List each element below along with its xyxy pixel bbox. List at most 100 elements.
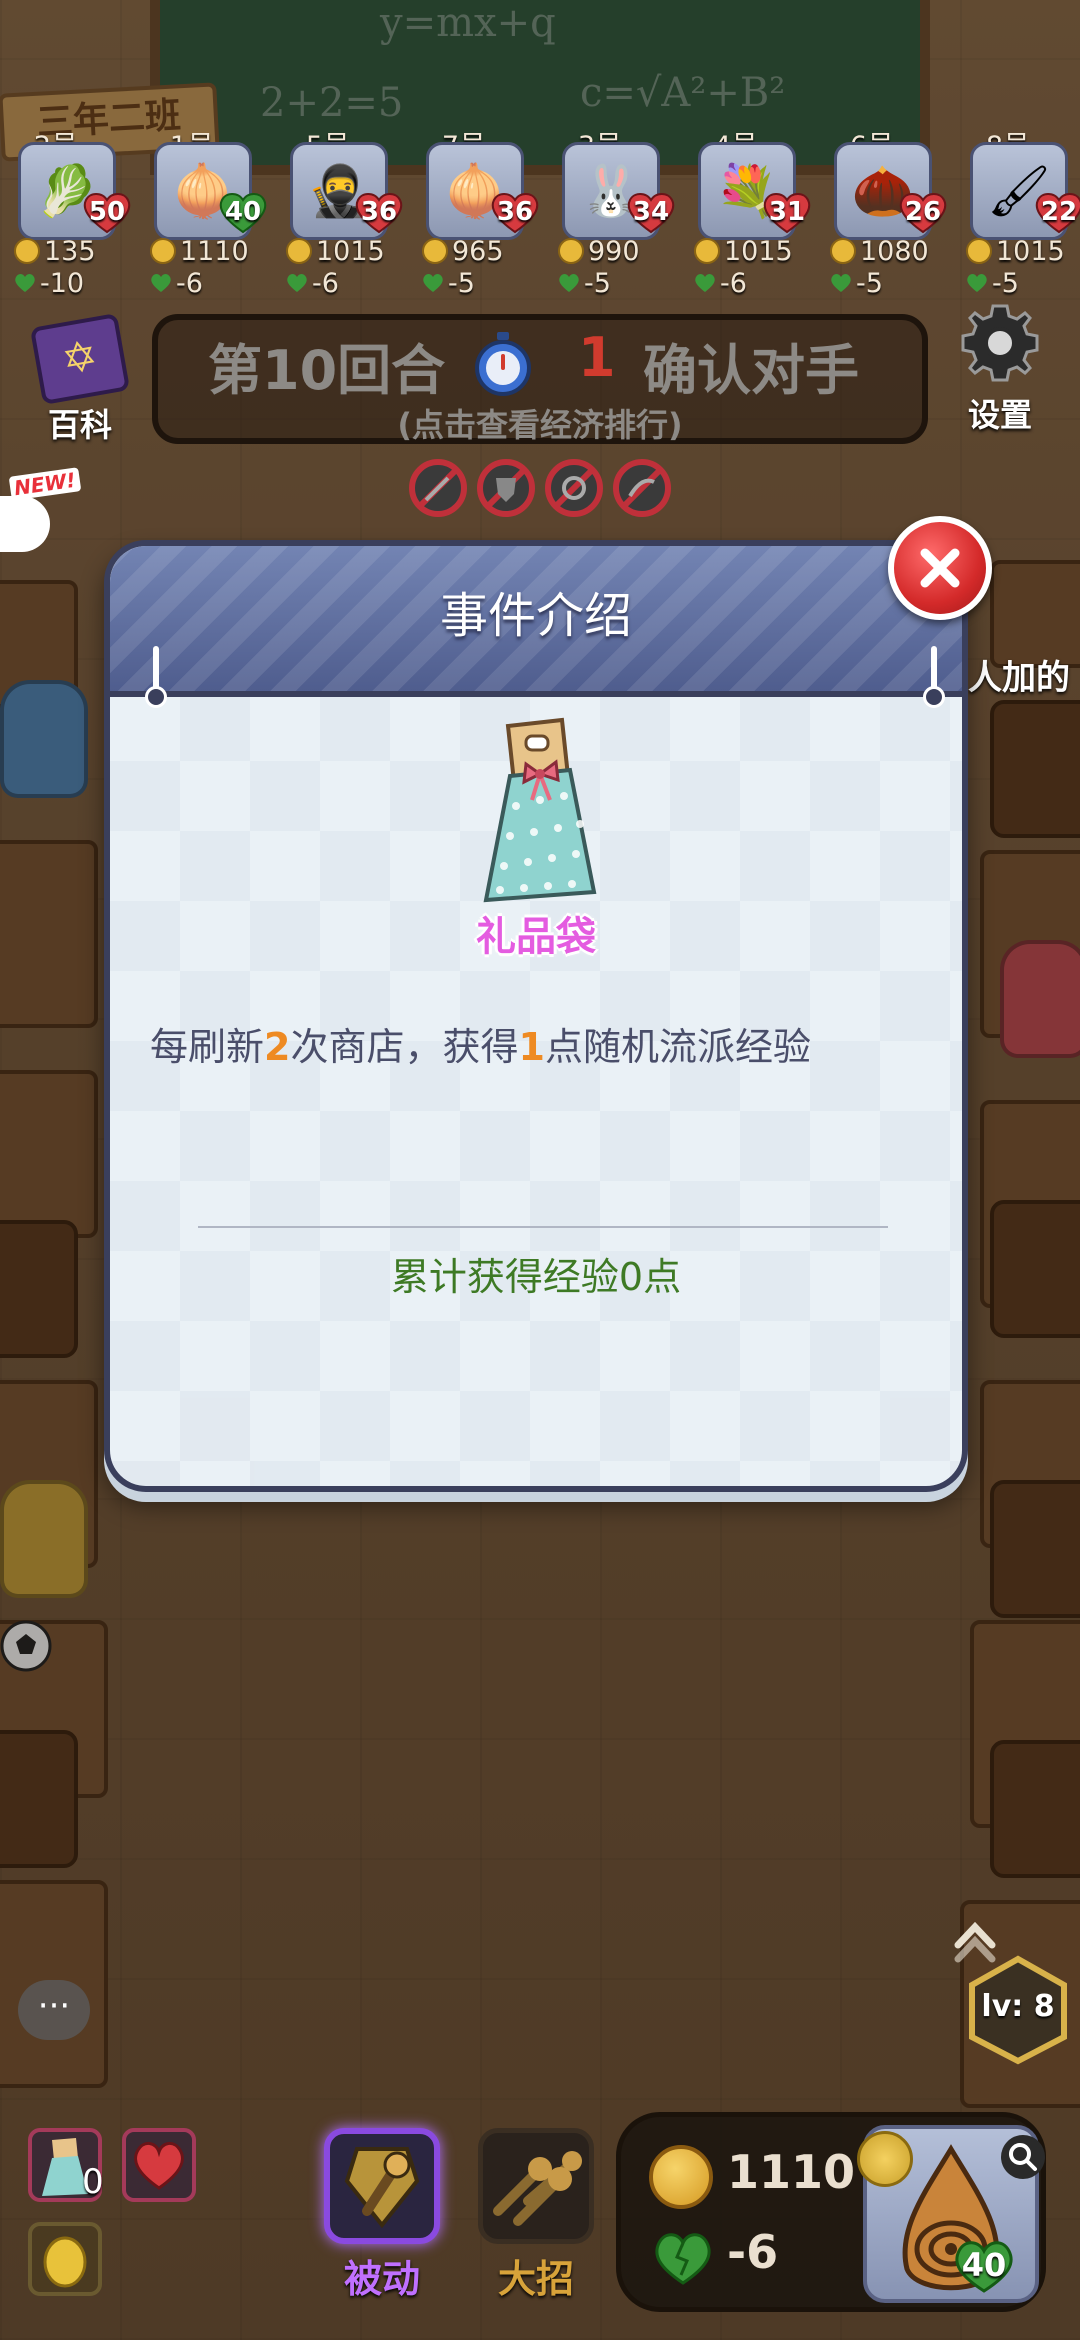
chat-bubble-icon: ···	[37, 1986, 71, 2026]
dialog-title: 事件介绍	[439, 588, 632, 644]
broken-heart-icon	[831, 274, 851, 292]
binder-ring-icon	[145, 646, 167, 710]
player-coins-row: 990	[558, 235, 640, 267]
player-card[interactable]: 8号 🖌 22 1015 -5	[958, 120, 1080, 310]
player-hp-delta: -6	[727, 2225, 779, 2279]
player-coins: 990	[588, 235, 640, 267]
banned-shield-icon	[477, 459, 535, 517]
player-hp-delta: -6	[312, 267, 339, 299]
coin-icon	[150, 238, 176, 264]
settings-button[interactable]: 设置	[940, 300, 1060, 434]
avatar-hp-badge: 40	[951, 2235, 1017, 2295]
player-hp: 31	[768, 197, 806, 227]
settings-label: 设置	[967, 396, 1032, 434]
close-button[interactable]	[888, 516, 992, 620]
side-hint-text: 人加的	[968, 658, 1070, 698]
player-coins: 135	[44, 235, 96, 267]
passive-skill-icon-frame	[324, 2128, 440, 2244]
broken-heart-icon	[15, 274, 35, 292]
banned-refresh-icon	[545, 459, 603, 517]
broken-heart-icon	[287, 274, 307, 292]
banned-wing-icon	[613, 459, 671, 517]
player-hp: 36	[360, 197, 398, 227]
player-hp: 50	[88, 197, 126, 227]
player-hp-badge: 31	[762, 190, 812, 234]
player-hp-delta-row: -5	[966, 268, 1019, 299]
ultimate-skill-button[interactable]: 大招	[476, 2128, 596, 2301]
player-hp-delta: -5	[856, 267, 883, 299]
coin-icon	[286, 238, 312, 264]
player-card[interactable]: 6号 🌰 26 1080 -5	[822, 120, 948, 310]
event-description: 每刷新2次商店，获得1点随机流派经验	[150, 1016, 930, 1071]
broken-heart-icon	[423, 274, 443, 292]
player-card[interactable]: 2号 🥬 50 135 -10	[6, 120, 132, 310]
player-coins: 1110	[727, 2145, 856, 2199]
round-phase: 确认对手	[643, 339, 859, 402]
heart-item-slot[interactable]	[122, 2128, 196, 2202]
level-up-arrow-icon[interactable]	[950, 1915, 1000, 1965]
gift-bag-icon	[483, 717, 597, 903]
player-status-panel: 1110 -6 40	[616, 2112, 1046, 2312]
player-coins-row: 1015	[966, 235, 1065, 267]
level-badge[interactable]: lv: 8	[966, 1955, 1070, 2065]
gift-bag-count: 0	[82, 2162, 104, 2202]
round-title: 第10回合	[208, 339, 446, 402]
wiki-label: 百科	[47, 406, 112, 444]
round-status-bar[interactable]: 第10回合 1 确认对手 (点击查看经济排行)	[152, 314, 928, 444]
level-text: lv: 8	[981, 1989, 1055, 2024]
new-feature-button[interactable]: NEW!	[0, 467, 81, 570]
player-hp-delta: -6	[176, 267, 203, 299]
player-hp-delta: -6	[720, 267, 747, 299]
player-hp-delta-row: -5	[422, 268, 475, 299]
player-coins: 1015	[724, 235, 793, 267]
banned-sword-icon	[409, 459, 467, 517]
player-card[interactable]: 3号 🐰 34 990 -5	[550, 120, 676, 310]
coin-icon	[14, 238, 40, 264]
pencil-icon[interactable]	[857, 2131, 913, 2187]
player-hp-delta: -10	[40, 267, 85, 299]
broken-heart-icon	[655, 2233, 711, 2285]
ultimate-skill-icon-frame	[478, 2128, 594, 2244]
desc-text: 次商店，获得	[290, 1025, 519, 1069]
player-coins-row: 135	[14, 235, 96, 267]
player-hp: 34	[632, 197, 670, 227]
coin-icon	[694, 238, 720, 264]
player-list: 2号 🥬 50 135 -10 1号 🧅 40 1110 -6	[0, 120, 1080, 310]
broken-heart-icon	[695, 274, 715, 292]
search-icon[interactable]	[1001, 2135, 1045, 2179]
player-hp-delta: -5	[584, 267, 611, 299]
coin-icon	[422, 238, 448, 264]
wiki-button[interactable]: ✡ 百科	[20, 312, 140, 444]
player-coins: 1015	[996, 235, 1065, 267]
player-coins: 1015	[316, 235, 385, 267]
player-coins-row: 1080	[830, 235, 929, 267]
player-hp-delta-row: -10	[14, 267, 85, 299]
player-hp: 40	[224, 197, 262, 227]
player-hp-delta-row: -6	[150, 267, 203, 299]
passive-skill-button[interactable]: 被动	[322, 2128, 442, 2301]
player-card[interactable]: 4号 💐 31 1015 -6	[686, 120, 812, 310]
player-card[interactable]: 7号 🧅 36 965 -5	[414, 120, 540, 310]
player-card[interactable]: 1号 🧅 40 1110 -6	[142, 120, 268, 310]
player-hp-badge: 26	[898, 190, 948, 234]
player-coins-row: 1110	[150, 236, 249, 267]
spiked-club-icon	[344, 2147, 420, 2229]
player-hp-badge: 40	[218, 190, 268, 234]
close-icon	[920, 548, 960, 588]
player-hp-badge: 34	[626, 190, 676, 234]
chat-button[interactable]: ···	[18, 1980, 90, 2040]
event-intro-dialog: 事件介绍 礼品袋 每刷新2次商店，获得1点随机流派经验 累计获得经验0点	[104, 540, 968, 1492]
player-hp: 36	[496, 197, 534, 227]
player-coins: 1080	[860, 235, 929, 267]
stopwatch-icon	[475, 332, 531, 396]
golden-egg-slot[interactable]	[28, 2222, 102, 2296]
player-card[interactable]: 5号 🥷 36 1015 -6	[278, 120, 404, 310]
player-coins: 965	[452, 235, 504, 267]
broken-heart-icon	[559, 274, 579, 292]
player-hp-delta-row: -5	[830, 267, 883, 299]
round-timer: 1	[578, 326, 616, 389]
player-hp-badge: 50	[82, 190, 132, 234]
player-hp-delta-row: -6	[694, 267, 747, 299]
heart-item-icon	[134, 2142, 184, 2190]
divider	[198, 1226, 888, 1228]
